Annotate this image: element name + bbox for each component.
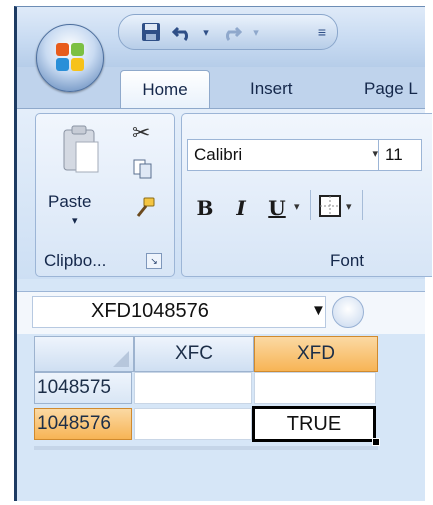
bold-button[interactable]: B xyxy=(190,192,220,224)
save-icon[interactable] xyxy=(139,21,163,43)
undo-dropdown-icon[interactable]: ▾ xyxy=(199,21,213,43)
undo-icon[interactable] xyxy=(171,21,195,43)
scissors-icon[interactable]: ✂ xyxy=(132,120,150,146)
tab-home[interactable]: Home xyxy=(120,70,210,109)
underline-button[interactable]: U xyxy=(262,192,292,224)
italic-button[interactable]: I xyxy=(226,192,256,224)
font-size-value: 11 xyxy=(385,145,403,164)
paste-button[interactable]: Paste ▾ xyxy=(44,120,114,230)
font-size-select[interactable]: 11 xyxy=(378,139,422,171)
paste-dropdown-icon[interactable]: ▾ xyxy=(72,214,78,227)
paste-icon xyxy=(63,125,99,173)
border-button[interactable] xyxy=(318,194,342,223)
select-all-corner[interactable] xyxy=(34,336,134,372)
column-header-xfd[interactable]: XFD xyxy=(254,336,378,372)
font-group-label: Font xyxy=(330,251,365,270)
formula-divider-icon[interactable] xyxy=(332,296,364,328)
name-box-value: XFD1048576 xyxy=(91,300,209,322)
active-cell-xfd1048576[interactable]: TRUE xyxy=(252,406,376,442)
copy-icon[interactable] xyxy=(132,158,154,185)
name-box[interactable]: XFD1048576 ▼ xyxy=(32,296,326,328)
cell-xfc1048575[interactable] xyxy=(134,372,252,404)
select-all-icon xyxy=(113,351,129,367)
quick-access-toolbar: ▾ ▾ ≡ xyxy=(118,14,338,50)
row-header-1048576[interactable]: 1048576 xyxy=(34,408,132,440)
font-name-value: Calibri xyxy=(194,145,243,164)
border-dropdown-icon[interactable]: ▾ xyxy=(346,200,352,213)
chevron-down-icon[interactable]: ▼ xyxy=(311,302,326,319)
redo-dropdown-icon[interactable]: ▾ xyxy=(249,21,263,43)
format-painter-icon[interactable] xyxy=(132,196,156,225)
separator xyxy=(362,190,363,220)
tab-insert[interactable]: Insert xyxy=(250,70,293,108)
office-button[interactable] xyxy=(36,24,104,92)
row-header-1048575[interactable]: 1048575 xyxy=(34,372,132,404)
customize-qat-icon[interactable]: ≡ xyxy=(315,21,329,43)
office-logo-icon xyxy=(56,43,84,71)
underline-dropdown-icon[interactable]: ▾ xyxy=(294,200,300,213)
grid-bottom-edge xyxy=(34,446,378,450)
fill-handle[interactable] xyxy=(372,438,380,446)
redo-icon[interactable] xyxy=(219,21,243,43)
clipboard-group-label: Clipbo... xyxy=(44,251,107,270)
border-icon xyxy=(319,195,341,217)
tab-page-layout[interactable]: Page L xyxy=(364,70,422,108)
column-header-xfc[interactable]: XFC xyxy=(134,336,254,372)
paste-label: Paste xyxy=(48,192,92,211)
font-name-select[interactable]: Calibri ▾ xyxy=(187,139,387,171)
separator xyxy=(310,190,311,220)
cell-xfd1048575[interactable] xyxy=(254,372,376,404)
clipboard-launcher-icon[interactable]: ↘ xyxy=(146,253,162,269)
cell-xfc1048576[interactable] xyxy=(134,408,252,440)
